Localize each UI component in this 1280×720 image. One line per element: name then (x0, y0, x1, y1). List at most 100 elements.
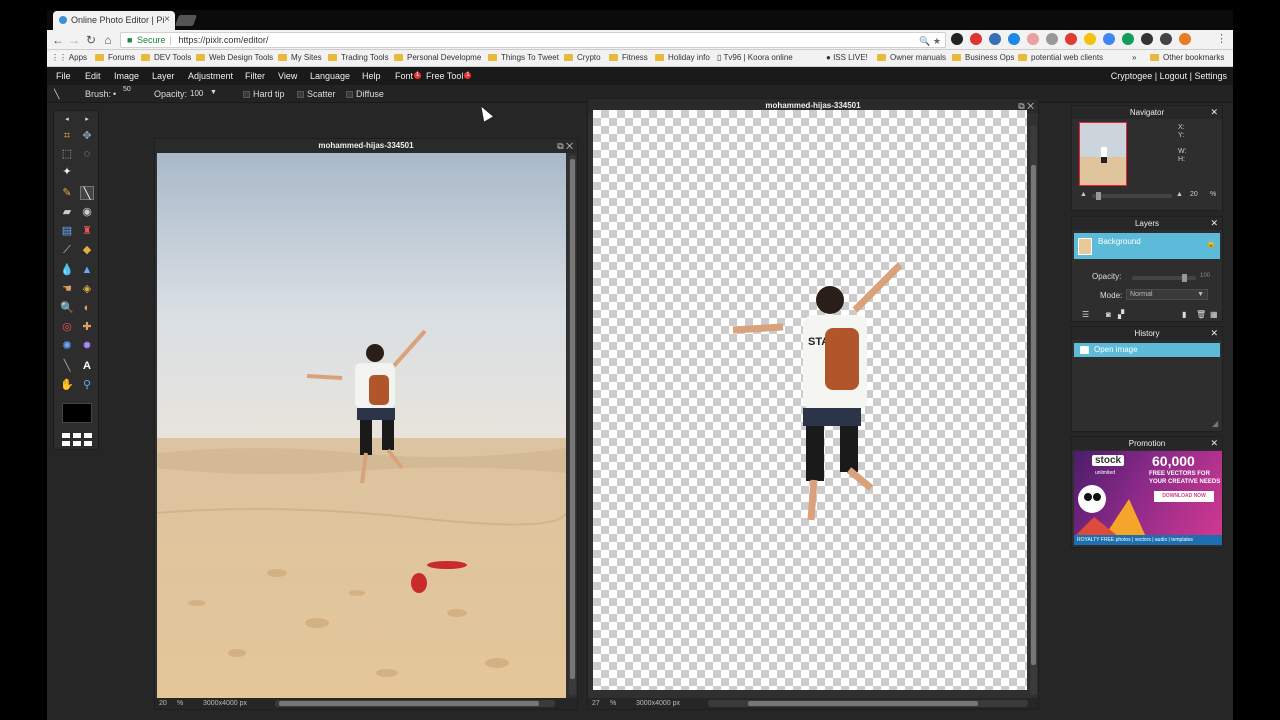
extension-icon[interactable] (1008, 33, 1020, 45)
bookmark-item[interactable]: Owner manuals (877, 53, 946, 62)
lock-icon[interactable]: 🔒 (1206, 239, 1216, 248)
menu-filter[interactable]: Filter (245, 71, 265, 81)
history-entry[interactable]: Open image (1074, 343, 1220, 357)
navigator-zoom-value[interactable]: 20 (1190, 191, 1198, 198)
bookmark-item[interactable]: Things To Tweet (488, 53, 559, 62)
opacity-value[interactable]: 100 (190, 89, 203, 98)
brush-size-value[interactable]: 50 (123, 86, 131, 93)
bookmark-star-icon[interactable]: 🔍 ★ (919, 34, 941, 48)
hard-tip-checkbox[interactable]: Hard tip (243, 89, 285, 99)
view-grid-icon[interactable] (62, 433, 92, 447)
extension-icon[interactable] (951, 33, 963, 45)
type-tool-icon[interactable]: A (80, 359, 94, 373)
wand-tool-icon[interactable]: ✦ (60, 165, 74, 179)
bloat-tool-icon[interactable]: ✺ (60, 339, 74, 353)
zoom-out-icon[interactable]: ▲ (1080, 191, 1087, 198)
new-layer-icon[interactable]: ▮ (1182, 310, 1186, 319)
menu-file[interactable]: File (56, 71, 71, 81)
marquee-tool-icon[interactable]: ⬚ (60, 147, 74, 161)
vertical-scrollbar[interactable] (1030, 125, 1037, 695)
extension-icon[interactable] (1103, 33, 1115, 45)
zoom-in-icon[interactable]: ▲ (1176, 191, 1183, 198)
layer-row-background[interactable]: Background 🔒 (1074, 233, 1220, 259)
extension-icon[interactable] (989, 33, 1001, 45)
menu-language[interactable]: Language (310, 71, 350, 81)
picker-tool-icon[interactable]: ⟋ (60, 243, 74, 257)
reload-icon[interactable]: ↻ (84, 33, 98, 47)
red-eye-tool-icon[interactable]: ◎ (60, 320, 74, 334)
document-window-cutout[interactable]: mohammed-hijas-334501 ⧉ ✕ STA 27 % 3000x… (587, 98, 1039, 710)
color-replace-tool-icon[interactable]: ╲ (60, 359, 74, 373)
gradient-tool-icon[interactable]: ▤ (60, 224, 74, 238)
bookmark-item[interactable]: Forums (95, 53, 135, 62)
bookmark-item[interactable]: My Sites (278, 53, 322, 62)
arrow-right-icon[interactable]: ▸ (80, 113, 94, 127)
zoom-value[interactable]: 20 (159, 698, 167, 709)
smudge-tool-icon[interactable]: ☚ (60, 282, 74, 296)
bookmark-item[interactable]: ▯ Tv96 | Koora online (717, 53, 793, 62)
delete-layer-icon[interactable]: 🗑 (1196, 310, 1206, 319)
menu-font[interactable]: Font 1 (395, 71, 422, 81)
bookmarks-overflow[interactable]: » (1132, 53, 1136, 62)
pinch-tool-icon[interactable]: ✹ (80, 339, 94, 353)
dropdown-arrow-icon[interactable]: ▼ (210, 89, 217, 96)
drawing-tool-icon[interactable]: ◆ (80, 243, 94, 257)
bookmark-apps[interactable]: ⋮⋮ Apps (51, 53, 87, 62)
blend-mode-select[interactable]: Normal ▼ (1126, 289, 1208, 300)
menu-edit[interactable]: Edit (85, 71, 101, 81)
layer-styles-icon[interactable]: ▞ (1118, 310, 1124, 319)
navigator-thumbnail[interactable] (1079, 122, 1127, 186)
back-arrow-icon[interactable]: ← (51, 33, 65, 47)
browser-menu-icon[interactable]: ⋮ (1216, 32, 1227, 45)
layer-menu-icon[interactable]: ☰ (1082, 310, 1089, 319)
scatter-checkbox[interactable]: Scatter (297, 89, 336, 99)
promo-download-button[interactable]: DOWNLOAD NOW (1154, 491, 1214, 502)
blur-tool-icon[interactable]: 💧 (60, 263, 74, 277)
lasso-tool-icon[interactable]: ◌ (80, 147, 94, 161)
extension-icon[interactable] (1122, 33, 1134, 45)
account-menu[interactable]: Cryptogee | Logout | Settings (1111, 71, 1227, 81)
bookmark-item[interactable]: Trading Tools (328, 53, 389, 62)
bookmark-item[interactable]: Business Ops (952, 53, 1014, 62)
bookmark-item[interactable]: Holiday info (655, 53, 710, 62)
extension-icon[interactable] (1084, 33, 1096, 45)
extension-icon[interactable] (1179, 33, 1191, 45)
brush-tool-icon[interactable]: ╲ (80, 186, 94, 200)
arrow-left-icon[interactable]: ◂ (60, 113, 74, 127)
close-icon[interactable]: ✕ (1210, 217, 1218, 230)
pencil-tool-icon[interactable]: ✎ (60, 186, 74, 200)
bookmark-item[interactable]: Web Design Tools (196, 53, 273, 62)
spot-heal-tool-icon[interactable]: ✚ (80, 320, 94, 334)
extension-icon[interactable] (1141, 33, 1153, 45)
zoom-slider[interactable] (1092, 192, 1172, 200)
document-window-original[interactable]: mohammed-hijas-334501 ⧉ ✕ 20 % 3000x4000… (154, 138, 578, 710)
horizontal-scrollbar[interactable] (708, 700, 1028, 707)
move-tool-icon[interactable]: ✥ (80, 129, 94, 143)
browser-tab[interactable]: Online Photo Editor | Pi × (53, 11, 175, 30)
bookmark-other[interactable]: Other bookmarks (1150, 53, 1224, 62)
extension-icon[interactable] (1027, 33, 1039, 45)
bookmark-item[interactable]: Fitness (609, 53, 648, 62)
foreground-color-swatch[interactable] (62, 403, 92, 423)
menu-help[interactable]: Help (362, 71, 381, 81)
stamp-tool-icon[interactable]: ♜ (80, 224, 94, 238)
layer-opacity-slider[interactable] (1132, 274, 1196, 282)
resize-handle-icon[interactable]: ◢ (1212, 419, 1218, 428)
bookmark-item[interactable]: Personal Developme (394, 53, 481, 62)
menu-image[interactable]: Image (114, 71, 139, 81)
sharpen-tool-icon[interactable]: ▲ (80, 263, 94, 277)
bookmark-item[interactable]: potential web clients (1018, 53, 1103, 62)
tab-close-icon[interactable]: × (164, 14, 170, 25)
menu-view[interactable]: View (278, 71, 297, 81)
sponge-tool-icon[interactable]: ◈ (80, 282, 94, 296)
dodge-tool-icon[interactable]: 🔍 (60, 301, 74, 315)
bookmark-item[interactable]: Crypto (564, 53, 601, 62)
zoom-value[interactable]: 27 (592, 698, 600, 709)
menu-layer[interactable]: Layer (152, 71, 175, 81)
extension-icon[interactable] (1065, 33, 1077, 45)
close-icon[interactable]: ✕ (1210, 327, 1218, 340)
eraser-tool-icon[interactable]: ▰ (60, 205, 74, 219)
hand-tool-icon[interactable]: ✋ (60, 378, 74, 392)
diffuse-checkbox[interactable]: Diffuse (346, 89, 384, 99)
new-tab-button[interactable] (174, 15, 198, 26)
